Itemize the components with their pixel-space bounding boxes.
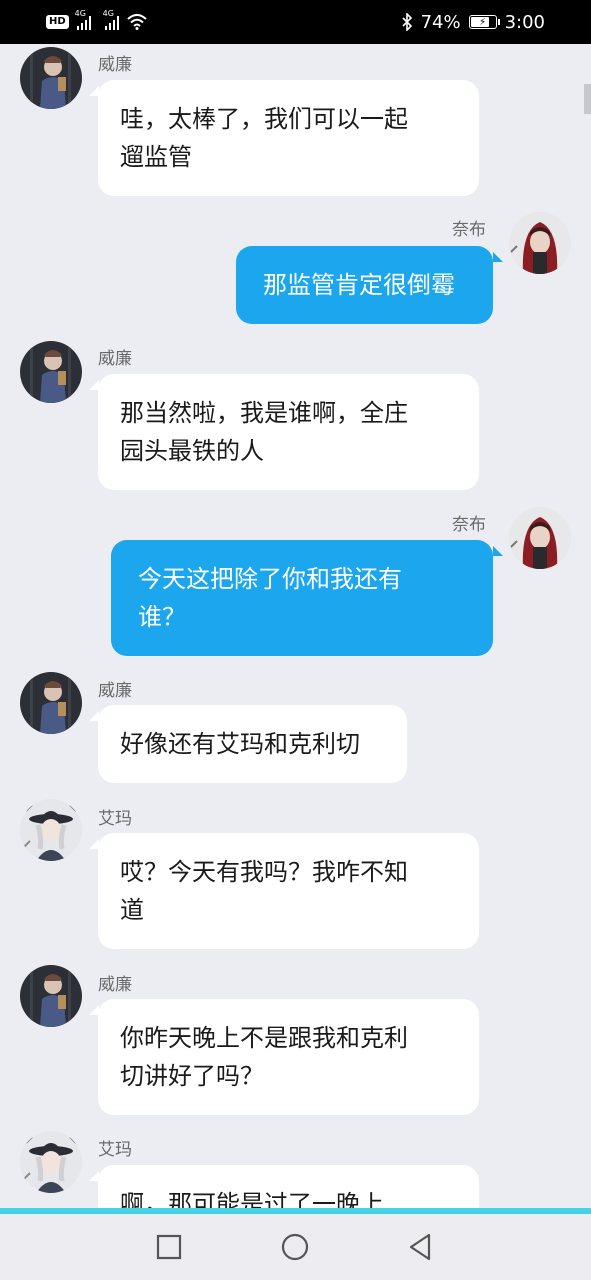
sender-name: 威廉: [98, 975, 132, 995]
triangle-back-icon[interactable]: [405, 1232, 435, 1262]
message-bubble[interactable]: 哎？今天有我吗？我咋不知 道: [98, 833, 479, 949]
scrollbar-thumb[interactable]: [584, 84, 591, 114]
william-avatar[interactable]: [20, 47, 82, 109]
message-line: 那监管肯定很倒霉: [263, 271, 455, 299]
sender-name: 奈布: [452, 220, 486, 240]
wifi-icon: [127, 14, 147, 30]
chat-area[interactable]: 威廉 哇，太棒了，我们可以一起 遛监管 奈布 那监管肯定很倒霉 威廉 那当然啦，…: [0, 44, 591, 1208]
message-line: 谁？: [138, 603, 186, 631]
battery-percent: 74%: [420, 11, 461, 33]
message-line: 切讲好了吗？: [120, 1062, 264, 1090]
message-bubble[interactable]: 啊，那可能是过了一晚上: [98, 1165, 479, 1208]
message-line: 哎？今天有我吗？我咋不知: [120, 858, 408, 886]
bluetooth-icon: [401, 13, 412, 31]
william-avatar[interactable]: [20, 965, 82, 1027]
clock: 3:00: [504, 11, 545, 33]
square-recents-icon[interactable]: [154, 1232, 184, 1262]
message-line: 你昨天晚上不是跟我和克利: [120, 1024, 408, 1052]
message-line: 那当然啦，我是谁啊，全庄: [120, 399, 408, 427]
emma-avatar[interactable]: [20, 1131, 82, 1193]
message-line: 哇，太棒了，我们可以一起: [120, 105, 408, 133]
sender-name: 艾玛: [98, 809, 132, 829]
naib-avatar[interactable]: [509, 212, 571, 274]
message-bubble[interactable]: 哇，太棒了，我们可以一起 遛监管: [98, 80, 479, 196]
sender-name: 威廉: [98, 55, 132, 75]
sender-name: 奈布: [452, 515, 486, 535]
william-avatar[interactable]: [20, 341, 82, 403]
sender-name: 威廉: [98, 349, 132, 369]
naib-avatar[interactable]: [509, 507, 571, 569]
sender-name: 艾玛: [98, 1140, 132, 1160]
signal-icon: 4G: [103, 9, 119, 30]
battery-icon: ⚡: [468, 15, 500, 29]
navigation-bar: [0, 1214, 591, 1280]
sender-name: 威廉: [98, 681, 132, 701]
message-line: 好像还有艾玛和克利切: [120, 730, 360, 758]
william-avatar[interactable]: [20, 672, 82, 734]
status-bar: HD 4G 4G 74% ⚡ 3:00: [0, 0, 591, 44]
circle-home-icon[interactable]: [280, 1232, 310, 1262]
message-bubble[interactable]: 今天这把除了你和我还有 谁？: [111, 540, 493, 656]
hd-badge: HD: [46, 15, 69, 29]
message-bubble[interactable]: 你昨天晚上不是跟我和克利 切讲好了吗？: [98, 999, 479, 1115]
message-line: 道: [120, 896, 144, 924]
message-line: 今天这把除了你和我还有: [138, 565, 402, 593]
message-bubble[interactable]: 那监管肯定很倒霉: [236, 246, 493, 324]
emma-avatar[interactable]: [20, 799, 82, 861]
signal-icon: 4G: [75, 9, 91, 30]
message-line: 啊，那可能是过了一晚上: [120, 1190, 384, 1208]
message-bubble[interactable]: 好像还有艾玛和克利切: [98, 705, 407, 783]
message-line: 园头最铁的人: [120, 437, 264, 465]
message-bubble[interactable]: 那当然啦，我是谁啊，全庄 园头最铁的人: [98, 374, 479, 490]
message-line: 遛监管: [120, 143, 192, 171]
